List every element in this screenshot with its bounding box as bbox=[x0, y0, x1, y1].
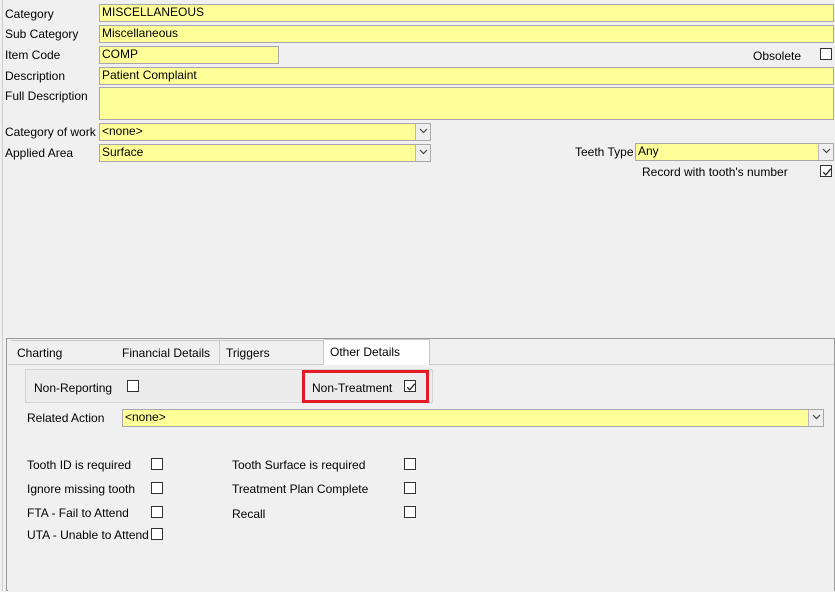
sub-category-label: Sub Category bbox=[5, 27, 79, 41]
full-description-field[interactable] bbox=[99, 87, 834, 120]
applied-area-value: Surface bbox=[102, 145, 144, 159]
non-reporting-checkbox[interactable] bbox=[127, 380, 139, 392]
description-field[interactable]: Patient Complaint bbox=[99, 67, 834, 85]
non-treatment-checkbox[interactable] bbox=[404, 380, 416, 392]
tooth-id-required-label: Tooth ID is required bbox=[27, 458, 132, 472]
recall-label: Recall bbox=[232, 507, 266, 521]
related-action-value: <none> bbox=[125, 410, 166, 424]
tab-label: Other Details bbox=[330, 345, 401, 359]
sub-category-field[interactable]: Miscellaneous bbox=[99, 25, 834, 43]
obsolete-checkbox[interactable] bbox=[820, 48, 832, 60]
chevron-down-icon[interactable] bbox=[415, 124, 430, 140]
fta-label: FTA - Fail to Attend bbox=[27, 506, 129, 520]
fta-checkbox[interactable] bbox=[151, 506, 163, 518]
description-label: Description bbox=[5, 69, 66, 83]
applied-area-label: Applied Area bbox=[5, 146, 74, 160]
uta-label: UTA - Unable to Attend bbox=[27, 528, 149, 542]
item-code-label: Item Code bbox=[5, 48, 61, 62]
ignore-missing-tooth-label: Ignore missing tooth bbox=[27, 482, 136, 496]
tab-label: Triggers bbox=[226, 346, 270, 360]
teeth-type-value: Any bbox=[638, 144, 659, 158]
ignore-missing-tooth-checkbox[interactable] bbox=[151, 482, 163, 494]
tab-other-details[interactable]: Other Details bbox=[324, 339, 430, 365]
applied-area-dropdown[interactable]: Surface bbox=[99, 144, 431, 162]
tab-label: Charting bbox=[17, 346, 63, 360]
non-treatment-label: Non-Treatment bbox=[312, 381, 393, 395]
related-action-label: Related Action bbox=[27, 411, 105, 425]
tooth-surface-required-label: Tooth Surface is required bbox=[232, 458, 366, 472]
recall-checkbox[interactable] bbox=[404, 506, 416, 518]
category-field[interactable]: MISCELLANEOUS bbox=[99, 4, 834, 22]
obsolete-label: Obsolete bbox=[753, 49, 802, 63]
chevron-down-icon[interactable] bbox=[818, 144, 833, 160]
category-of-work-value: <none> bbox=[102, 124, 143, 138]
tab-label: Financial Details bbox=[122, 346, 211, 360]
tooth-surface-required-checkbox[interactable] bbox=[404, 458, 416, 470]
tab-financial-details[interactable]: Financial Details bbox=[116, 340, 220, 364]
category-of-work-label: Category of work bbox=[5, 125, 96, 139]
check-icon bbox=[406, 383, 416, 391]
chevron-down-icon[interactable] bbox=[808, 410, 823, 426]
left-edge bbox=[2, 0, 3, 591]
tooth-id-required-checkbox[interactable] bbox=[151, 458, 163, 470]
tab-charting[interactable]: Charting bbox=[11, 340, 117, 364]
treatment-plan-complete-label: Treatment Plan Complete bbox=[232, 482, 369, 496]
treatment-plan-complete-checkbox[interactable] bbox=[404, 482, 416, 494]
category-label: Category bbox=[5, 7, 54, 21]
teeth-type-label: Teeth Type bbox=[575, 145, 634, 159]
non-reporting-label: Non-Reporting bbox=[34, 381, 113, 395]
full-description-label: Full Description bbox=[5, 89, 88, 103]
chevron-down-icon[interactable] bbox=[415, 145, 430, 161]
uta-checkbox[interactable] bbox=[151, 528, 163, 540]
item-code-field[interactable]: COMP bbox=[99, 46, 279, 64]
record-tooth-number-label: Record with tooth's number bbox=[642, 165, 788, 179]
category-of-work-dropdown[interactable]: <none> bbox=[99, 123, 431, 141]
teeth-type-dropdown[interactable]: Any bbox=[635, 143, 834, 161]
related-action-dropdown[interactable]: <none> bbox=[122, 409, 824, 427]
record-tooth-number-checkbox[interactable] bbox=[820, 165, 832, 177]
tab-triggers[interactable]: Triggers bbox=[220, 340, 324, 364]
check-icon bbox=[822, 168, 832, 176]
